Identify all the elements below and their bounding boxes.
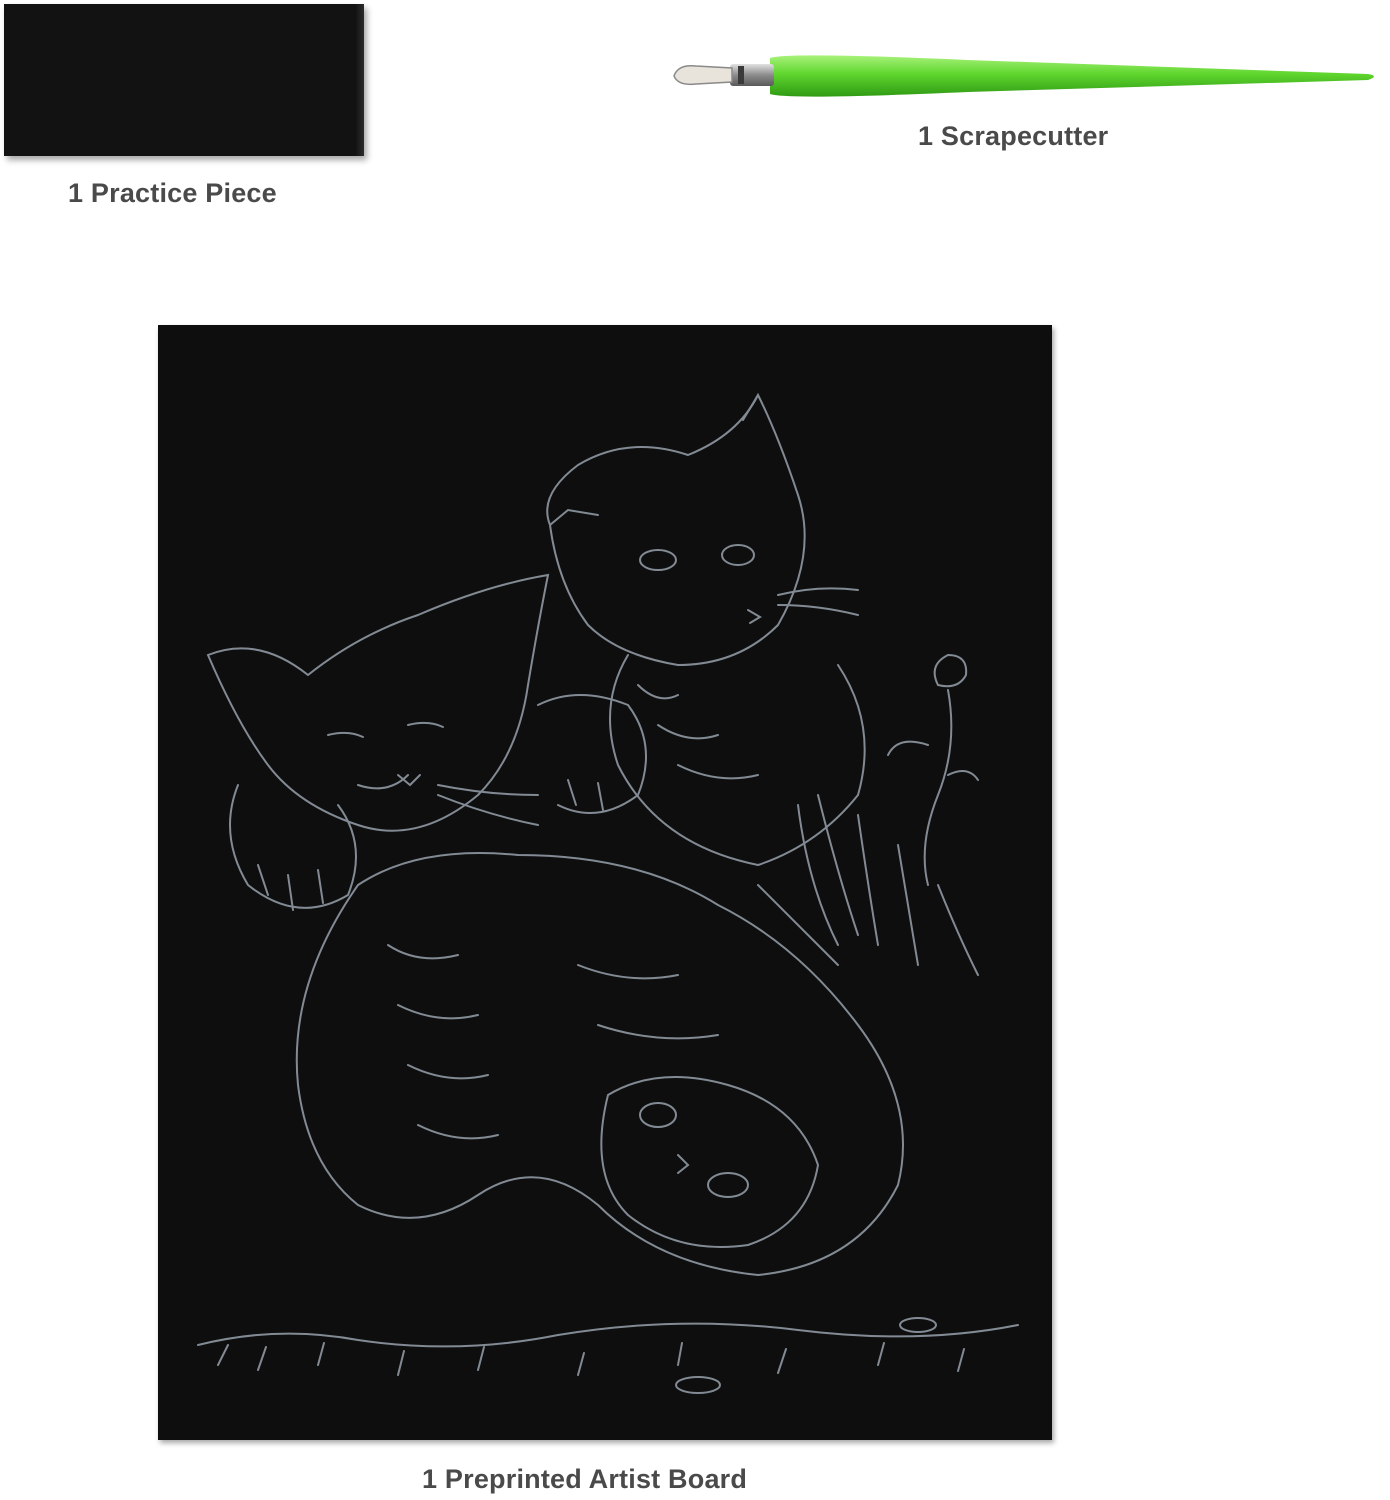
practice-piece-label: 1 Practice Piece <box>68 178 277 208</box>
lying-cat-outline <box>295 852 904 1277</box>
sleeping-kitten-paw <box>229 784 357 909</box>
top-kitten-head-outline <box>546 392 806 667</box>
lying-cat-face <box>600 1076 820 1248</box>
scrapecutter-image <box>673 55 1374 97</box>
practice-piece-edge <box>356 4 364 156</box>
grass <box>757 794 979 976</box>
flower <box>933 653 968 688</box>
practice-piece-image <box>4 4 364 156</box>
scrapecutter-label: 1 Scrapecutter <box>918 121 1109 151</box>
top-kitten-body-outline <box>609 654 866 867</box>
top-kitten-paw <box>537 694 647 814</box>
scrapecutter-tip <box>673 64 733 86</box>
ground <box>197 1322 1019 1348</box>
scrapecutter-ferrule <box>730 64 774 86</box>
artist-board-label: 1 Preprinted Artist Board <box>422 1464 748 1494</box>
kittens-engraving-illustration <box>197 392 1019 1394</box>
scrapecutter-handle <box>770 55 1374 97</box>
artist-board-image <box>158 325 1052 1440</box>
